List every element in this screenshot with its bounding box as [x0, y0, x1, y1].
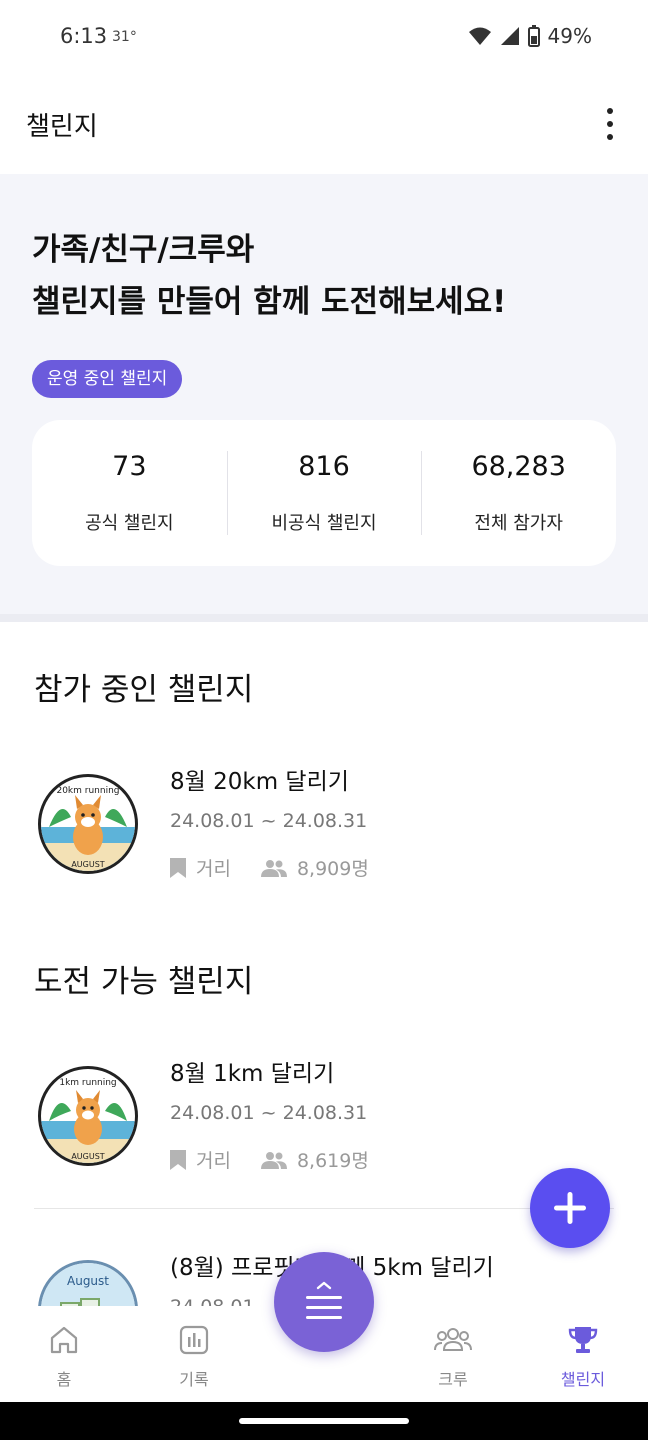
group-icon: [434, 1328, 472, 1351]
challenge-title: 8월 20km 달리기: [170, 769, 349, 795]
stats-card: 73 공식 챌린지 816 비공식 챌린지 68,283 전체 참가자: [32, 420, 616, 566]
menu-fab-button[interactable]: [274, 1252, 374, 1352]
nav-label: 기록: [179, 1370, 209, 1389]
hero-headline-line2: 챌린지를 만들어 함께 도전해보세요!: [32, 284, 507, 320]
stat-participants: 68,283 전체 참가자: [421, 451, 616, 535]
status-bar: 6:13 31° 49%: [0, 0, 648, 74]
challenge-dates: 24.08.01 ~ 24.08.31: [170, 1102, 368, 1124]
stat-label: 공식 챌린지: [85, 513, 174, 534]
stat-label: 비공식 챌린지: [271, 513, 377, 534]
challenge-badge-image: 1km running AUGUST: [38, 1066, 138, 1166]
badge-caption: August: [67, 1274, 109, 1288]
nav-item-home[interactable]: 홈: [19, 1324, 109, 1390]
bookmark-icon: [170, 1149, 186, 1170]
stat-value: 73: [112, 451, 147, 482]
nav-label: 크루: [438, 1370, 468, 1389]
challenge-type: 거리: [196, 858, 231, 880]
nav-item-challenge[interactable]: 챌린지: [538, 1324, 628, 1390]
participant-count: 8,909명: [296, 858, 369, 880]
nav-label: 챌린지: [560, 1370, 606, 1389]
home-indicator[interactable]: [239, 1418, 409, 1424]
badge-caption-bottom: AUGUST: [71, 1152, 104, 1161]
status-temperature: 31°: [112, 29, 137, 45]
badge-caption: 1km running: [59, 1078, 116, 1088]
nav-item-records[interactable]: 기록: [149, 1324, 239, 1390]
cell-signal-icon: [500, 27, 519, 45]
nav-label: 홈: [56, 1370, 72, 1389]
available-section-title: 도전 가능 챌린지: [34, 964, 254, 1000]
hero-headline-line1: 가족/친구/크루와: [32, 232, 255, 268]
list-divider: [34, 1208, 614, 1209]
app-bar: 챌린지: [0, 74, 648, 174]
challenge-dates: 24.08.01 ~ 24.08.31: [170, 810, 368, 832]
nav-item-crew[interactable]: 크루: [408, 1324, 498, 1390]
challenge-badge-image: August 5K: [38, 1260, 138, 1306]
home-icon: [50, 1326, 78, 1354]
plus-icon: [554, 1192, 586, 1224]
wifi-icon: [468, 27, 491, 45]
challenge-type: 거리: [196, 1150, 231, 1172]
challenge-meta: 거리 8,619명: [170, 1146, 369, 1173]
status-icons: 49%: [468, 24, 592, 48]
active-challenges-badge: 운영 중인 챌린지: [32, 360, 183, 398]
people-icon: [260, 859, 287, 877]
challenge-badge-image: 20km running AUGUST: [38, 774, 138, 874]
status-time: 6:13: [60, 24, 108, 48]
challenge-item[interactable]: 20km running AUGUST 8월 20km 달리기 24.08.01…: [0, 762, 648, 912]
joined-section-title: 참가 중인 챌린지: [34, 672, 254, 708]
challenge-title: 8월 1km 달리기: [170, 1061, 335, 1087]
section-divider: [0, 614, 648, 622]
add-challenge-button[interactable]: [530, 1168, 610, 1248]
bookmark-icon: [170, 857, 186, 878]
battery-icon: [527, 25, 540, 47]
stat-value: 816: [298, 451, 350, 482]
menu-icon: [306, 1281, 342, 1319]
badge-caption: 20km running: [56, 786, 119, 796]
chart-icon: [179, 1325, 209, 1355]
trophy-icon: [568, 1327, 598, 1353]
stat-value: 68,283: [471, 451, 566, 482]
hero-banner: 가족/친구/크루와 챌린지를 만들어 함께 도전해보세요! 운영 중인 챌린지 …: [0, 174, 648, 614]
battery-percent: 49%: [547, 24, 592, 48]
page-title: 챌린지: [26, 112, 98, 142]
more-vert-icon[interactable]: [594, 106, 626, 142]
stat-label: 전체 참가자: [474, 513, 563, 534]
badge-caption-bottom: AUGUST: [71, 860, 104, 869]
participant-count: 8,619명: [296, 1150, 369, 1172]
challenge-dates: 24.08.01 ~: [170, 1296, 277, 1306]
stat-official: 73 공식 챌린지: [32, 451, 227, 535]
stat-unofficial: 816 비공식 챌린지: [226, 451, 422, 535]
challenge-meta: 거리 8,909명: [170, 854, 369, 881]
system-nav-bar: [0, 1402, 648, 1440]
people-icon: [260, 1151, 287, 1169]
